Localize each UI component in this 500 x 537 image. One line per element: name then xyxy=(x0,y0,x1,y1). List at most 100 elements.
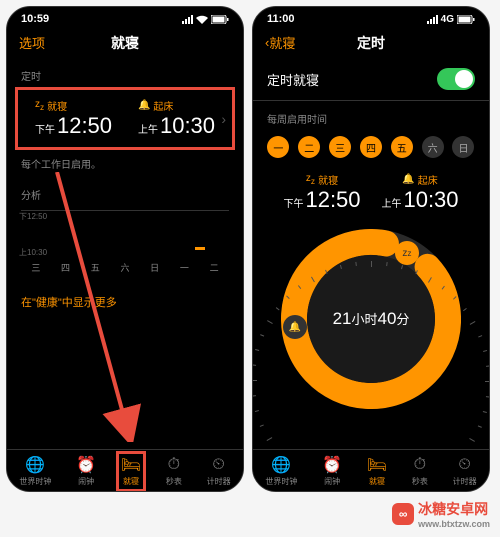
wake-prefix: 上午 xyxy=(138,121,158,136)
dial-face: 21小时40分 xyxy=(307,255,435,383)
day-三[interactable]: 三 xyxy=(329,136,351,158)
watermark-icon: ∞ xyxy=(392,503,414,525)
bedtime-wake-row: zz就寝 下午12:50 🔔 起床 上午10:30 xyxy=(253,168,489,221)
phone-left: 10:59 选项 就寝 定时 zz就寝 下午12:50 🔔起床 上午10:30 xyxy=(6,6,244,492)
notch xyxy=(75,7,175,23)
tab-bar: 🌐世界时钟 ⏰ 闹钟 🛏 就寝 ⏱ 秒表 ⏲ 计时器 xyxy=(7,449,243,491)
tab-alarm[interactable]: ⏰ 闹钟 xyxy=(322,456,342,487)
chart-y1: 下12:50 xyxy=(19,211,47,222)
watermark: ∞ 冰糖安卓网 www.btxtzw.com xyxy=(392,499,490,529)
chart-y2: 上10:30 xyxy=(19,247,47,258)
timer-icon: ⏲ xyxy=(458,456,470,474)
tab-label: 闹钟 xyxy=(324,476,340,487)
phone-right: 11:00 4G ‹就寝 定时 定时就寝 每周启用时间 一二三四五六日 zz就寝… xyxy=(252,6,490,492)
watermark-url: www.btxtzw.com xyxy=(418,519,490,529)
chevron-right-icon: › xyxy=(221,111,226,127)
tab-worldclock[interactable]: 🌐世界时钟 xyxy=(19,456,51,487)
bedtime-prefix: 下午 xyxy=(35,121,55,136)
bedtime-time: 12:50 xyxy=(305,187,360,213)
tab-worldclock[interactable]: 🌐 世界时钟 xyxy=(265,456,297,487)
wake-handle[interactable]: 🔔 xyxy=(283,315,307,339)
stopwatch-icon: ⏱ xyxy=(168,456,180,474)
day-日[interactable]: 日 xyxy=(452,136,474,158)
wake-time: 10:30 xyxy=(403,187,458,213)
battery-icon xyxy=(457,15,475,24)
battery-icon xyxy=(211,15,229,24)
timer-icon: ⏲ xyxy=(212,456,224,474)
day-二[interactable]: 二 xyxy=(298,136,320,158)
day-六[interactable]: 六 xyxy=(422,136,444,158)
bedtime-block: zz就寝 下午12:50 xyxy=(283,172,360,213)
wake-label: 起床 xyxy=(418,172,438,187)
wake-block: 🔔起床 上午10:30 xyxy=(138,98,215,139)
tab-stopwatch[interactable]: ⏱ 秒表 xyxy=(166,456,182,487)
bedtime-time: 12:50 xyxy=(57,113,112,139)
tab-label: 闹钟 xyxy=(78,476,94,487)
bed-tab-icon: 🛏 xyxy=(121,456,141,474)
nav-title: 定时 xyxy=(357,33,385,53)
bell-icon: 🔔 xyxy=(138,100,150,111)
alarm-icon: ⏰ xyxy=(76,456,96,474)
globe-icon: 🌐 xyxy=(25,456,45,474)
status-right: 4G xyxy=(427,13,475,25)
wake-prefix: 上午 xyxy=(381,195,401,210)
tab-timer[interactable]: ⏲ 计时器 xyxy=(207,456,231,487)
bedtime-block: zz就寝 下午12:50 xyxy=(35,98,112,139)
bed-icon: zz xyxy=(306,173,315,186)
annotation-arrow xyxy=(47,172,147,442)
tab-stopwatch[interactable]: ⏱ 秒表 xyxy=(412,456,428,487)
tab-label: 秒表 xyxy=(166,476,182,487)
network-label: 4G xyxy=(441,14,454,25)
globe-icon: 🌐 xyxy=(271,456,291,474)
tab-alarm[interactable]: ⏰ 闹钟 xyxy=(76,456,96,487)
section-timer-label: 定时 xyxy=(7,58,243,87)
wake-label: 起床 xyxy=(153,98,173,113)
stopwatch-icon: ⏱ xyxy=(414,456,426,474)
status-time: 10:59 xyxy=(21,13,49,25)
bell-icon: 🔔 xyxy=(402,174,414,185)
day-一[interactable]: 一 xyxy=(267,136,289,158)
toggle-row: 定时就寝 xyxy=(253,58,489,101)
highlight-box-times: zz就寝 下午12:50 🔔起床 上午10:30 › xyxy=(15,87,235,150)
bedtime-label: 就寝 xyxy=(318,172,338,187)
day-四[interactable]: 四 xyxy=(360,136,382,158)
nav-back[interactable]: 选项 xyxy=(19,33,45,52)
tab-label: 就寝 xyxy=(123,476,139,487)
tab-timer[interactable]: ⏲ 计时器 xyxy=(453,456,477,487)
wifi-icon xyxy=(196,15,208,24)
status-time: 11:00 xyxy=(267,13,295,25)
bed-icon: zz xyxy=(35,99,44,112)
bed-tab-icon: 🛏 xyxy=(367,456,387,474)
bedtime-wake-row[interactable]: zz就寝 下午12:50 🔔起床 上午10:30 › xyxy=(22,96,228,141)
toggle-label: 定时就寝 xyxy=(267,70,319,89)
tab-label: 秒表 xyxy=(412,476,428,487)
bedtime-prefix: 下午 xyxy=(283,195,303,210)
tab-label: 计时器 xyxy=(207,476,231,487)
wake-block: 🔔 起床 上午10:30 xyxy=(381,172,458,213)
status-right xyxy=(182,13,229,25)
signal-icon xyxy=(427,15,438,24)
bedtime-handle[interactable]: zz xyxy=(395,241,419,265)
tab-label: 计时器 xyxy=(453,476,477,487)
nav-bar: 选项 就寝 xyxy=(7,27,243,58)
notch xyxy=(321,7,421,23)
sleep-dial[interactable]: 21小时40分 zz 🔔 xyxy=(281,229,461,409)
day-五[interactable]: 五 xyxy=(391,136,413,158)
tab-bar: 🌐 世界时钟 ⏰ 闹钟 🛏 就寝 ⏱ 秒表 ⏲ 计时器 xyxy=(253,449,489,491)
nav-back[interactable]: ‹就寝 xyxy=(265,33,295,52)
chart-bar xyxy=(195,247,205,250)
bedtime-toggle[interactable] xyxy=(437,68,475,90)
tab-bedtime[interactable]: 🛏 就寝 xyxy=(116,451,146,492)
tab-label: 世界时钟 xyxy=(265,476,297,487)
watermark-text: 冰糖安卓网 xyxy=(418,499,490,519)
weekly-label: 每周启用时间 xyxy=(253,101,489,130)
signal-icon xyxy=(182,15,193,24)
tab-label: 就寝 xyxy=(369,476,385,487)
nav-bar: ‹就寝 定时 xyxy=(253,27,489,58)
day-selector: 一二三四五六日 xyxy=(253,130,489,168)
bedtime-label: 就寝 xyxy=(47,98,67,113)
tab-bedtime[interactable]: 🛏 就寝 xyxy=(367,456,387,487)
sleep-dial-container: 21小时40分 zz 🔔 xyxy=(253,221,489,417)
alarm-icon: ⏰ xyxy=(322,456,342,474)
wake-time: 10:30 xyxy=(160,113,215,139)
